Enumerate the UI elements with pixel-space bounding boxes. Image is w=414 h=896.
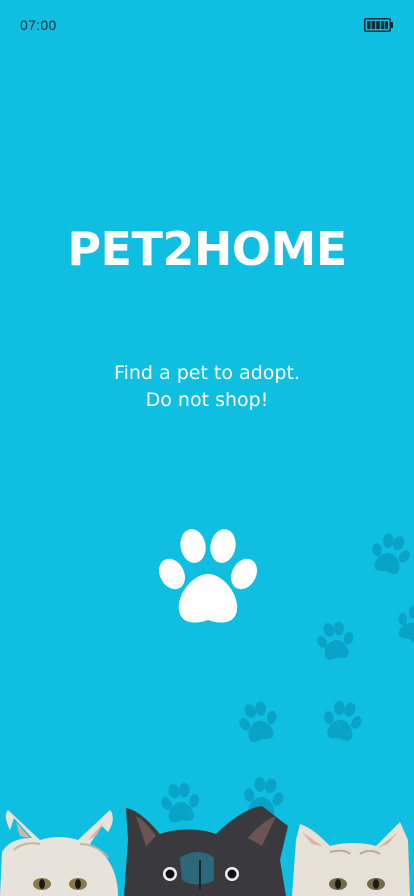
- app-title: PET2HOME: [67, 222, 347, 276]
- splash-screen: { "status_bar": { "time": "07:00", "batt…: [0, 0, 414, 896]
- dog-middle: [124, 806, 288, 896]
- paw-print-icon: [317, 621, 354, 660]
- paw-icon: [159, 529, 257, 623]
- cat-right: [292, 822, 410, 896]
- battery-icon: [364, 18, 393, 32]
- paw-print-icon: [239, 701, 277, 743]
- status-time: 07:00: [20, 17, 57, 33]
- status-bar: 07:00: [0, 0, 414, 50]
- tagline: Find a pet to adopt. Do not shop!: [0, 360, 414, 414]
- tagline-line-1: Find a pet to adopt.: [114, 362, 300, 384]
- peeking-pets-illustration: [0, 806, 410, 896]
- tagline-line-2: Do not shop!: [145, 389, 269, 411]
- paw-print-icon: [372, 533, 410, 575]
- cat-left: [0, 810, 118, 896]
- paw-print-icon: [398, 605, 414, 643]
- paw-print-icon: [324, 700, 362, 741]
